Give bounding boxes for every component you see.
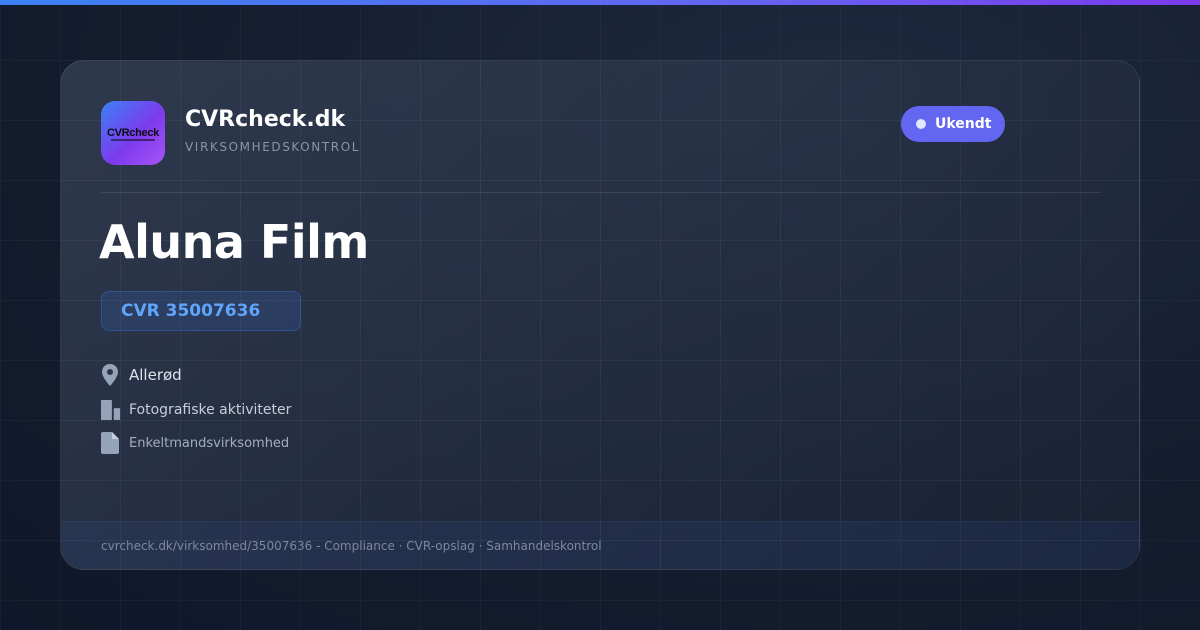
brand-subtitle: VIRKSOMHEDSKONTROL bbox=[185, 140, 361, 154]
card-footer: cvrcheck.dk/virksomhed/35007636 - Compli… bbox=[61, 521, 1139, 569]
status-badge: Ukendt bbox=[901, 106, 1005, 142]
info-row-industry: Fotografiske aktiviteter bbox=[101, 398, 291, 422]
info-row-type: Enkeltmandsvirksomhed bbox=[101, 431, 289, 455]
map-pin-icon bbox=[101, 363, 121, 387]
top-accent-bar bbox=[0, 0, 1200, 5]
brand-logo: CVRcheck bbox=[101, 101, 165, 165]
brand-name: CVRcheck.dk bbox=[185, 107, 346, 132]
brand-logo-underline bbox=[111, 139, 155, 141]
company-name: Aluna Film bbox=[99, 215, 369, 269]
document-icon bbox=[101, 431, 121, 455]
footer-text: cvrcheck.dk/virksomhed/35007636 - Compli… bbox=[101, 539, 602, 553]
company-card: CVRcheck CVRcheck.dk VIRKSOMHEDSKONTROL … bbox=[60, 60, 1140, 570]
cvr-number: CVR 35007636 bbox=[121, 301, 261, 321]
status-label: Ukendt bbox=[935, 116, 992, 132]
company-type: Enkeltmandsvirksomhed bbox=[129, 435, 290, 451]
brand-logo-text: CVRcheck bbox=[106, 127, 159, 139]
header-divider bbox=[101, 192, 1101, 193]
cvr-number-box: CVR 35007636 bbox=[101, 291, 301, 331]
info-row-city: Allerød bbox=[101, 363, 182, 387]
building-icon bbox=[101, 398, 121, 422]
company-industry: Fotografiske aktiviteter bbox=[129, 402, 292, 418]
status-dot-icon bbox=[916, 119, 926, 129]
company-city: Allerød bbox=[129, 366, 182, 384]
